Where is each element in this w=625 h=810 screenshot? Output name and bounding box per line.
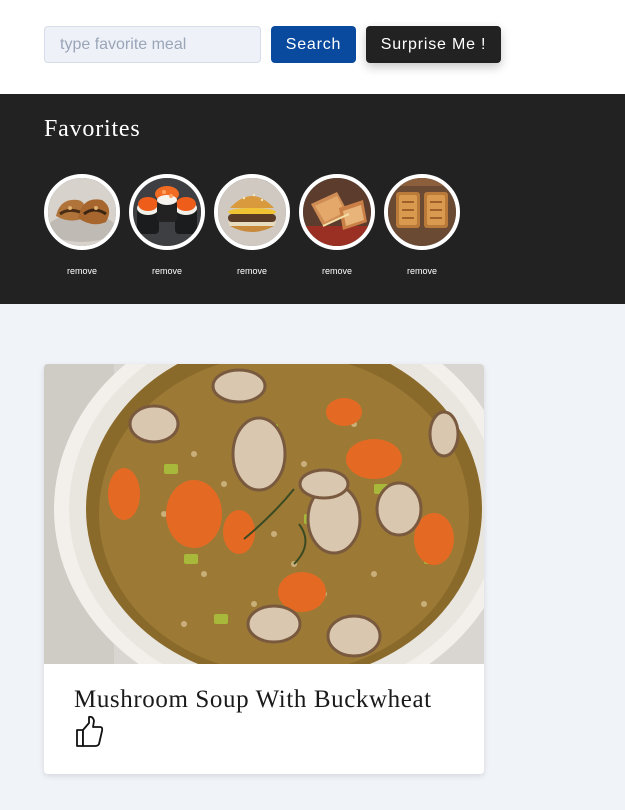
remove-favorite-button[interactable]: remove [44,266,120,276]
favorite-meal-image[interactable] [44,174,120,250]
surprise-me-button[interactable]: Surprise Me ! [366,26,501,63]
grilled-sandwich-thumbnail [303,178,371,246]
favorite-item: remove [214,174,290,276]
favorite-meal-image[interactable] [384,174,460,250]
favorite-meal-image[interactable] [299,174,375,250]
search-bar: Search Surprise Me ! [0,0,625,94]
meal-title: Mushroom Soup With Buckwheat [74,686,432,713]
toasted-sandwich-thumbnail [388,178,456,246]
favorite-item: remove [384,174,460,276]
stuffed-flatbread-thumbnail [48,178,116,246]
remove-favorite-button[interactable]: remove [214,266,290,276]
favorites-section: Favorites remove remove remove remove re… [0,94,625,304]
remove-favorite-button[interactable]: remove [384,266,460,276]
favorite-item: remove [44,174,120,276]
search-input[interactable] [44,26,261,63]
favorite-meal-image[interactable] [129,174,205,250]
meal-card: Mushroom Soup With Buckwheat [44,364,484,774]
mushroom-soup-photo [44,364,484,664]
favorite-meal-image[interactable] [214,174,290,250]
thumbs-up-icon[interactable] [74,714,104,748]
sushi-roll-thumbnail [133,178,201,246]
burger-thumbnail [218,178,286,246]
favorite-item: remove [299,174,375,276]
favorite-item: remove [129,174,205,276]
search-button[interactable]: Search [271,26,356,63]
remove-favorite-button[interactable]: remove [299,266,375,276]
favorites-title: Favorites [44,116,141,142]
remove-favorite-button[interactable]: remove [129,266,205,276]
